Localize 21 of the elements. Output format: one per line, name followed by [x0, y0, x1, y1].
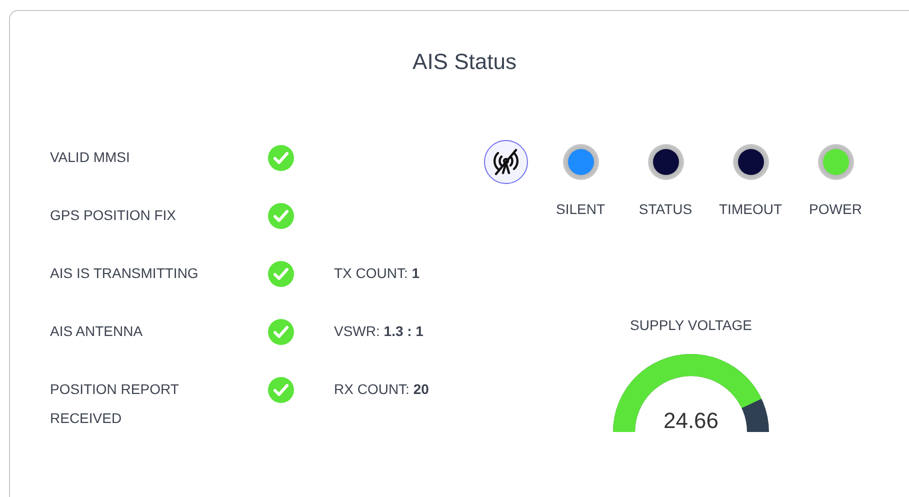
indicator-label: SILENT	[556, 201, 605, 217]
card-title: AIS Status	[412, 48, 518, 75]
indicator-label: STATUS	[638, 201, 692, 217]
indicator-label: POWER	[809, 201, 862, 217]
check-label: VALID MMSI	[50, 148, 131, 167]
gauge-value: 24.66	[663, 408, 719, 434]
indicator-light	[732, 144, 768, 180]
indicator-light	[562, 144, 598, 180]
indicator-label: TIMEOUT	[719, 201, 782, 217]
indicator-light	[648, 144, 684, 180]
signal-off-icon	[490, 147, 520, 177]
check-info: RX COUNT: 20	[334, 380, 430, 399]
check-label: GPS POSITION FIX	[50, 206, 178, 225]
check-label: AIS ANTENNA	[50, 322, 144, 341]
indicator-light	[818, 144, 854, 180]
silent-button[interactable]	[484, 140, 528, 184]
check-label: AIS IS TRANSMITTING	[50, 264, 200, 283]
check-info: VSWR: 1.3 : 1	[334, 322, 424, 341]
gauge-label: SUPPLY VOLTAGE	[630, 317, 752, 333]
check-label: POSITION REPORT RECEIVED	[50, 380, 180, 428]
check-info: TX COUNT: 1	[334, 264, 421, 283]
